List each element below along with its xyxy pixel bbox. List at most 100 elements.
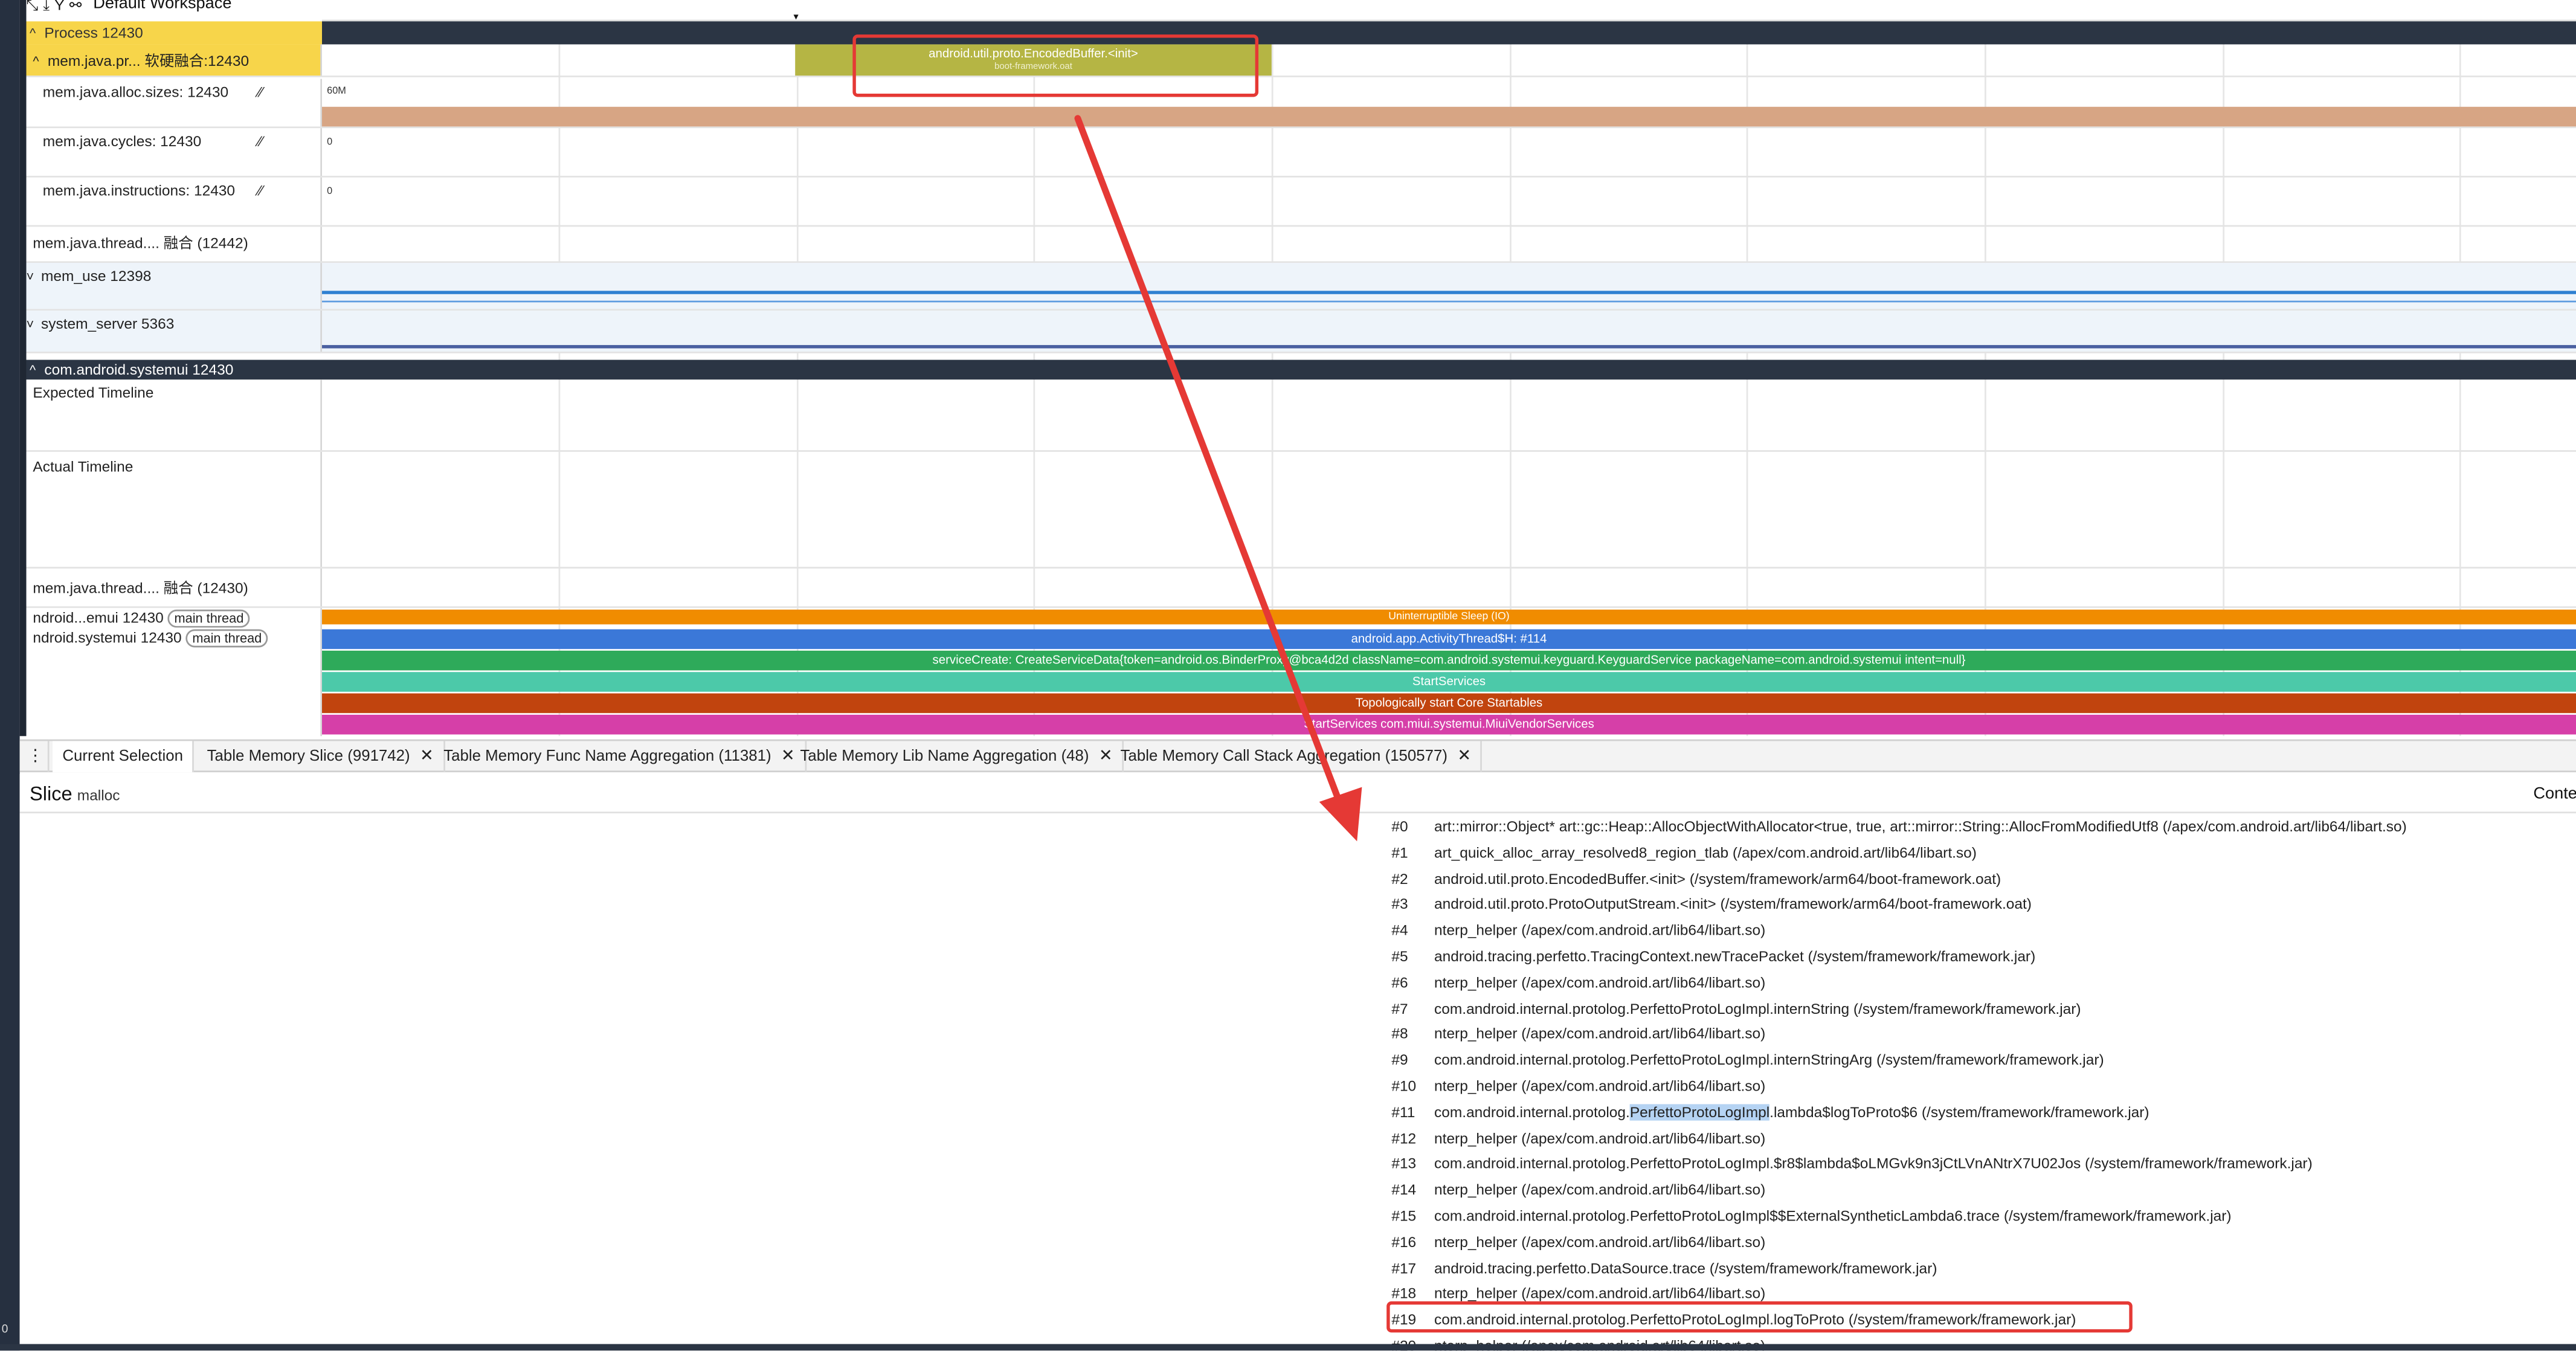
track-plot[interactable]	[322, 379, 2576, 450]
slice-service-create[interactable]: serviceCreate: CreateServiceData{token=a…	[322, 650, 2576, 671]
track-plot[interactable]	[322, 311, 2576, 352]
frame-function: android.util.proto.EncodedBuffer.<init> …	[1434, 870, 2001, 887]
collapse-chevron-icon[interactable]: ^	[33, 54, 47, 69]
frame-index: #0	[1391, 818, 1408, 835]
callstack-frame[interactable]: #6 nterp_helper (/apex/com.android.art/li…	[1388, 971, 2571, 997]
frame-index: #9	[1391, 1051, 1408, 1069]
chart-line-icon[interactable]: ⁄⁄	[258, 84, 263, 100]
track-label: mem.java.thread.... 融合 (12442)	[33, 234, 248, 252]
callstack-frame[interactable]: #7 com.android.internal.protolog.Perfetto…	[1388, 997, 2571, 1023]
track-plot[interactable]: Uninterruptible Sleep (IO)	[322, 608, 2576, 628]
track-label: mem.java.instructions: 12430	[42, 182, 236, 199]
highlight-box-frame-19	[1386, 1301, 2133, 1333]
callstack-frame[interactable]: #10 nterp_helper (/apex/com.android.art/l…	[1388, 1074, 2571, 1100]
workspace-toolbar-icons[interactable]: ⤡⤓Y⚯	[27, 0, 87, 13]
frame-function: nterp_helper (/apex/com.android.art/lib6…	[1434, 1077, 1766, 1095]
slice-start-services[interactable]: StartServices	[322, 672, 2576, 692]
more-menu-icon[interactable]: ⋮	[23, 741, 50, 773]
callstack-frame[interactable]: #13 com.android.internal.protolog.Perfett…	[1388, 1152, 2571, 1178]
callstack-list: #0 art::mirror::Object* art::gc::Heap::Al…	[1388, 815, 2571, 1350]
track-plot[interactable]: android.util.proto.EncodedBuffer.<init> …	[322, 44, 2576, 76]
tab-func-name-aggregation[interactable]: Table Memory Func Name Aggregation (1138…	[434, 741, 807, 773]
callstack-frame[interactable]: #12 nterp_helper (/apex/com.android.art/l…	[1388, 1126, 2571, 1152]
track-thread-12442[interactable]: mem.java.thread.... 融合 (12442)	[26, 227, 2576, 263]
track-label-cell: ˅ system_server 5363	[26, 310, 323, 352]
track-alloc-sizes[interactable]: mem.java.alloc.sizes: 12430 ⁄⁄ 60M	[26, 79, 2576, 129]
track-label: ndroid...emui 12430	[33, 609, 164, 627]
track-plot[interactable]: 0	[322, 128, 2576, 176]
track-label: mem.java.pr... 软硬融合:12430	[47, 53, 250, 69]
slice-miui-vendor-services[interactable]: StartServices com.miui.systemui.MiuiVend…	[322, 714, 2576, 735]
track-cycles[interactable]: mem.java.cycles: 12430 ⁄⁄ 0	[26, 128, 2576, 178]
track-plot[interactable]: 0	[322, 178, 2576, 225]
tab-call-stack-aggregation[interactable]: Table Memory Call Stack Aggregation (150…	[1110, 741, 1483, 773]
track-system-server[interactable]: ˅ system_server 5363	[26, 310, 2576, 353]
main-thread-badge: main thread	[185, 629, 269, 648]
callstack-frame[interactable]: #9 com.android.internal.protolog.Perfetto…	[1388, 1048, 2571, 1074]
tab-label: Table Memory Lib Name Aggregation (48)	[800, 747, 1089, 766]
track-mem-use[interactable]: ˅ mem_use 12398	[26, 263, 2576, 311]
track-label: Actual Timeline	[33, 458, 134, 475]
callstack-frame[interactable]: #14 nterp_helper (/apex/com.android.art/l…	[1388, 1178, 2571, 1204]
frame-function: android.tracing.perfetto.TracingContext.…	[1434, 948, 2036, 965]
collapse-chevron-icon[interactable]: ^	[30, 23, 44, 46]
track-label: mem.java.cycles: 12430	[42, 133, 202, 150]
track-expected-timeline[interactable]: Expected Timeline	[26, 379, 2576, 452]
frame-index: #4	[1391, 922, 1408, 939]
tab-lib-name-aggregation[interactable]: Table Memory Lib Name Aggregation (48) ✕	[790, 741, 1124, 773]
frame-function: art_quick_alloc_array_resolved8_region_t…	[1434, 844, 1977, 861]
track-actual-timeline[interactable]: Actual Timeline	[26, 451, 2576, 569]
time-ruler[interactable]: ▾	[322, 0, 2576, 23]
callstack-frame[interactable]: #2 android.util.proto.EncodedBuffer.<init…	[1388, 867, 2571, 893]
chart-line-icon[interactable]: ⁄⁄	[258, 133, 263, 149]
frame-function: nterp_helper (/apex/com.android.art/lib6…	[1434, 1025, 1766, 1043]
slice-activity-thread[interactable]: android.app.ActivityThread$H: #114	[322, 629, 2576, 650]
frame-index: #8	[1391, 1025, 1408, 1043]
corner-label: 0	[1, 1324, 8, 1336]
callstack-frame[interactable]: #1 art_quick_alloc_array_resolved8_region…	[1388, 841, 2571, 867]
track-process-12430[interactable]: ^ Process 12430	[26, 21, 323, 46]
collapse-chevron-icon[interactable]: ^	[30, 361, 44, 381]
close-icon[interactable]: ✕	[1457, 747, 1471, 766]
close-icon[interactable]: ✕	[420, 747, 434, 766]
track-plot[interactable]	[322, 452, 2576, 567]
track-plot[interactable]: 60M	[322, 79, 2576, 127]
track-instructions[interactable]: mem.java.instructions: 12430 ⁄⁄ 0	[26, 177, 2576, 227]
track-plot[interactable]: android.app.ActivityThread$H: #114 servi…	[322, 628, 2576, 736]
track-plot[interactable]	[322, 227, 2576, 261]
track-mem-java-pr[interactable]: ^ mem.java.pr... 软硬融合:12430 android.util.…	[26, 44, 2576, 77]
track-plot[interactable]	[322, 569, 2576, 607]
track-plot[interactable]	[322, 263, 2576, 309]
callstack-frame[interactable]: #0 art::mirror::Object* art::gc::Heap::Al…	[1388, 815, 2571, 841]
callstack-frame[interactable]: #4 nterp_helper (/apex/com.android.art/li…	[1388, 919, 2571, 945]
callstack-frame[interactable]: #8 nterp_helper (/apex/com.android.art/li…	[1388, 1022, 2571, 1048]
callstack-frame[interactable]: #5 android.tracing.perfetto.TracingContex…	[1388, 945, 2571, 971]
callstack-frame[interactable]: #3 android.util.proto.ProtoOutputStream.<…	[1388, 893, 2571, 919]
callstack-frame[interactable]: #17 android.tracing.perfetto.DataSource.t…	[1388, 1256, 2571, 1282]
track-main-thread-state[interactable]: ndroid...emui 12430 main thread Uninterr…	[27, 608, 2576, 628]
callstack-frame[interactable]: #16 nterp_helper (/apex/com.android.art/l…	[1388, 1230, 2571, 1256]
track-main-thread-slices[interactable]: ndroid.systemui 12430 main thread androi…	[27, 627, 2576, 737]
frame-index: #17	[1391, 1259, 1417, 1276]
workspace-title: Default Workspace	[93, 0, 232, 13]
callstack-frame[interactable]: #15 com.android.internal.protolog.Perfett…	[1388, 1204, 2571, 1230]
axis-max-label: 0	[327, 187, 333, 198]
axis-max-label: 0	[327, 138, 333, 148]
callstack-frame[interactable]: #11 com.android.internal.protolog.Perfett…	[1388, 1100, 2571, 1126]
tab-label: Current Selection	[62, 747, 183, 766]
summary-line	[322, 291, 2576, 294]
expand-chevron-icon[interactable]: ˅	[27, 269, 41, 284]
track-thread-12430[interactable]: mem.java.thread.... 融合 (12430)	[26, 568, 2576, 608]
details-context-heading: Conte	[2533, 785, 2576, 804]
expand-chevron-icon[interactable]: ˅	[27, 317, 41, 332]
slice-topologically-start[interactable]: Topologically start Core Startables	[322, 693, 2576, 714]
tab-current-selection[interactable]: Current Selection	[53, 741, 195, 773]
track-label-cell: ˅ mem_use 12398	[26, 263, 323, 309]
perfetto-ui: ⤡⤓Y⚯ Default Workspace ▾ ^ Process 12430 ^…	[0, 0, 2576, 1351]
track-group-systemui[interactable]: ^ com.android.systemui 12430	[26, 360, 2576, 381]
track-label-cell: mem.java.instructions: 12430 ⁄⁄	[27, 177, 323, 225]
chart-line-icon[interactable]: ⁄⁄	[258, 182, 263, 199]
slice-uninterruptible-sleep[interactable]: Uninterruptible Sleep (IO)	[322, 609, 2576, 625]
tab-memory-slice[interactable]: Table Memory Slice (991742) ✕	[197, 741, 445, 773]
frame-function: com.android.internal.protolog.PerfettoPr…	[1434, 1100, 2149, 1126]
